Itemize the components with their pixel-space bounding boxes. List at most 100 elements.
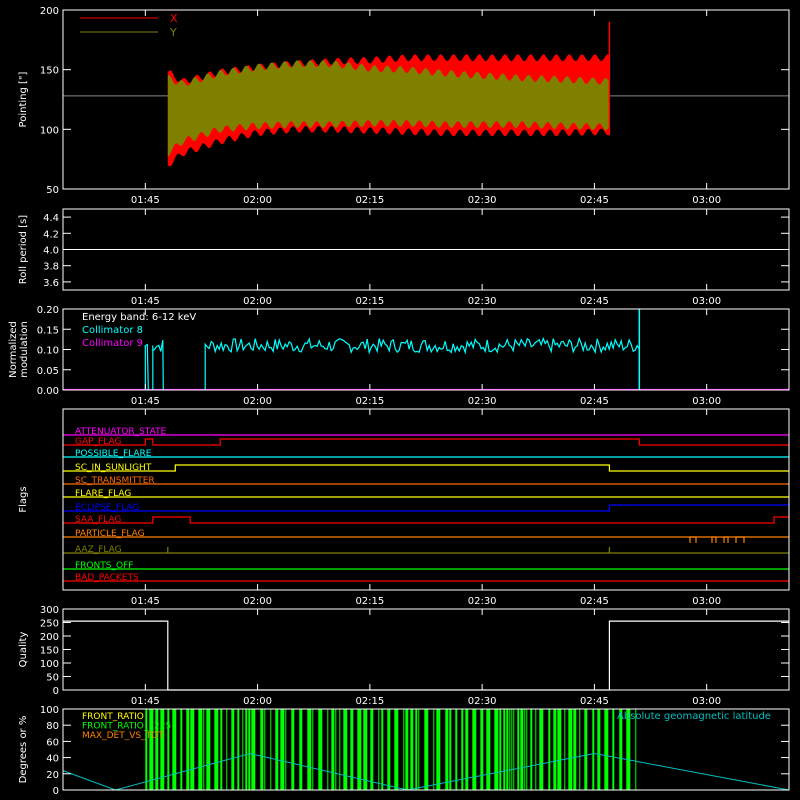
front-ratio-bar (318, 709, 323, 790)
front-ratio-bar (206, 709, 211, 790)
legend-label-y: Y (169, 26, 177, 39)
front-ratio-bar (378, 709, 380, 790)
front-ratio-bar (172, 709, 177, 790)
y-tick-label: 4.4 (43, 213, 59, 224)
front-ratio-bar (331, 709, 335, 790)
legend-label: FRONT_RATIO (82, 712, 144, 722)
front-ratio-bar (455, 709, 458, 790)
front-ratio-bar (415, 709, 418, 790)
x-tick-label: 02:30 (468, 596, 497, 607)
y-tick-label: 0.15 (37, 325, 59, 336)
x-tick-label: 02:30 (468, 195, 497, 206)
front-ratio-bar (480, 709, 484, 790)
x-tick-label: 02:15 (355, 296, 384, 307)
y-tick-label: 60 (46, 737, 59, 748)
front-ratio-bar (343, 709, 348, 790)
front-ratio-bar (198, 709, 203, 790)
front-ratio-bar (327, 709, 329, 790)
y-tick-label: 200 (40, 6, 59, 17)
legend-collimator-8: Collimator 8 (82, 325, 143, 336)
front-ratio-bar (370, 709, 374, 790)
front-ratio-bar (503, 709, 506, 790)
front-ratio-bar (237, 709, 240, 790)
y-axis-label: modulation (19, 321, 30, 378)
y-tick-label: 200 (40, 632, 59, 643)
y-tick-label: 0 (53, 786, 59, 797)
front-ratio-bar (405, 709, 409, 790)
front-ratio-bar (472, 709, 477, 790)
x-tick-label: 02:30 (468, 396, 497, 407)
front-ratio-bar (270, 709, 272, 790)
front-ratio-bar (579, 709, 581, 790)
y-tick-label: 0 (53, 686, 59, 697)
x-tick-label: 03:00 (692, 296, 721, 307)
front-ratio-bar (403, 709, 405, 790)
x-tick-label: 02:00 (243, 596, 272, 607)
front-ratio-bar (418, 709, 420, 790)
front-ratio-bar (264, 709, 266, 790)
y-tick-label: 4.0 (43, 246, 59, 257)
y-tick-label: 3.8 (43, 262, 59, 273)
y-tick-label: 40 (46, 754, 59, 765)
front-ratio-bar (394, 709, 399, 790)
y-tick-label: 300 (40, 605, 59, 616)
front-ratio-bar (242, 709, 244, 790)
front-ratio-bar (381, 709, 384, 790)
y-tick-label: 0.10 (37, 346, 59, 357)
x-tick-label: 02:45 (580, 396, 609, 407)
x-tick-label: 02:30 (468, 696, 497, 707)
legend-label: FRONT_RATIO_1225 (82, 722, 171, 732)
front-ratio-bar (553, 709, 557, 790)
front-ratio-bar (231, 709, 235, 790)
front-ratio-bar (548, 709, 551, 790)
legend-label: MAX_DET_VS_TOT (82, 731, 164, 741)
flag-label: PARTICLE_FLAG (75, 529, 145, 539)
y-tick-label: 100 (40, 705, 59, 716)
front-ratio-bar (260, 709, 264, 790)
front-ratio-bar (486, 709, 491, 790)
front-ratio-bar (520, 709, 524, 790)
front-ratio-bar (568, 709, 573, 790)
front-ratio-bar (509, 709, 511, 790)
flag-label: FLARE_FLAG (75, 489, 131, 499)
front-ratio-bar (312, 709, 314, 790)
front-ratio-bar (280, 709, 285, 790)
x-tick-label: 02:00 (243, 195, 272, 206)
geomagnetic-latitude-label: Absolute geomagnetic latitude (617, 711, 771, 722)
front-ratio-bar (592, 709, 595, 790)
flag-label: POSSIBLE_FLARE (75, 449, 152, 459)
front-ratio-bar (291, 709, 295, 790)
x-tick-label: 02:15 (355, 195, 384, 206)
front-ratio-bar (535, 709, 537, 790)
y-axis-label: Degrees or % (18, 716, 29, 784)
figure: XY 01:45 02:00 02:15 02:30 02:45 03:00 50 100 150… (0, 0, 800, 800)
legend-collimator-9: Collimator 9 (82, 338, 143, 349)
x-tick-label: 03:00 (692, 195, 721, 206)
x-tick-label: 02:30 (468, 296, 497, 307)
x-tick-label: 01:45 (131, 696, 160, 707)
flag-label: GAP_FLAG (75, 437, 121, 447)
front-ratio-bar (526, 709, 528, 790)
front-ratio-bar (214, 709, 219, 790)
x-tick-label: 02:00 (243, 396, 272, 407)
y-tick-label: 50 (46, 185, 59, 196)
y-axis-label: Flags (18, 486, 29, 512)
front-ratio-bar (357, 709, 362, 790)
y-axis-label: Pointing ["] (18, 71, 29, 127)
y-axis-label: Roll period [s] (18, 215, 29, 284)
x-tick-label: 02:00 (243, 296, 272, 307)
y-tick-label: 0.05 (37, 366, 59, 377)
y-axis-label: Quality (18, 632, 29, 668)
front-ratio-bar (335, 709, 337, 790)
front-ratio-bar (363, 709, 368, 790)
y-tick-label: 3.6 (43, 278, 59, 289)
x-tick-label: 01:45 (131, 596, 160, 607)
x-tick-label: 02:45 (580, 696, 609, 707)
front-ratio-bar (513, 709, 515, 790)
front-ratio-bar (573, 709, 577, 790)
front-ratio-bar (251, 709, 256, 790)
flag-label: FRONTS_OFF (75, 561, 133, 571)
front-ratio-bar (410, 709, 414, 790)
x-tick-label: 01:45 (131, 195, 160, 206)
front-ratio-bar (494, 709, 499, 790)
